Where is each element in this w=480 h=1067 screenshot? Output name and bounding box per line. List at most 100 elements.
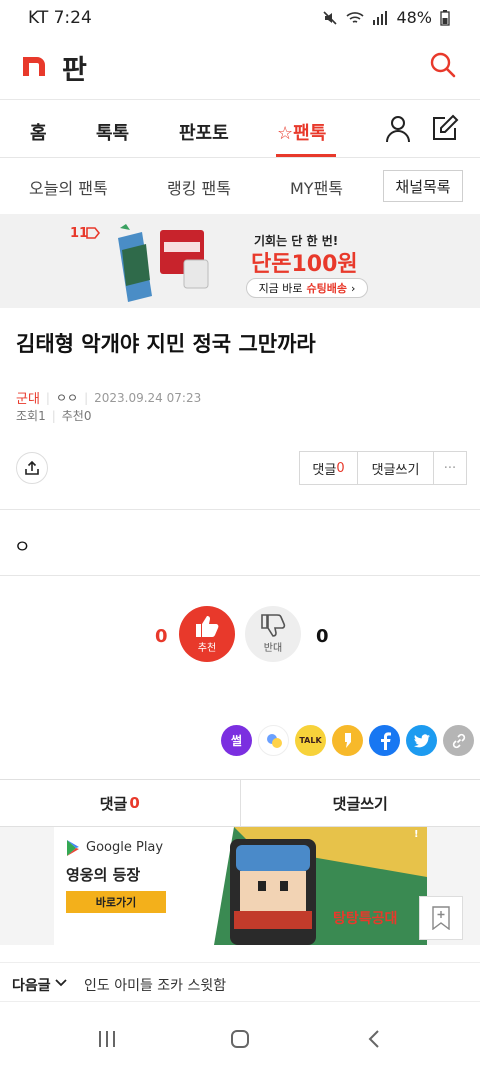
home-icon[interactable]	[230, 1029, 250, 1049]
search-icon[interactable]	[428, 50, 458, 80]
post-author: ㅇㅇ	[55, 391, 79, 405]
bookmark-add-icon	[432, 906, 450, 930]
banner-products-image	[118, 224, 209, 302]
tab-panphoto[interactable]: 판포토	[179, 119, 229, 145]
active-tab-indicator	[276, 154, 336, 157]
comment-label: 댓글	[312, 462, 337, 478]
channel-list-button[interactable]: 채널목록	[383, 170, 463, 202]
more-button[interactable]: ···	[434, 452, 466, 484]
chevron-down-icon	[55, 979, 67, 987]
post-datetime: 2023.09.24 07:23	[94, 390, 202, 405]
meta-divider: |	[84, 390, 89, 405]
link-icon[interactable]	[443, 725, 474, 756]
meta-divider: |	[45, 390, 50, 405]
banner-ad[interactable]: 11 기회는 단 한 번! 단돈100원 지금 바로 슈팅배송 ›	[0, 214, 480, 308]
post-views: 조회1	[16, 409, 46, 423]
thumbs-down-icon	[261, 614, 286, 637]
carrier-time: KT 7:24	[28, 8, 92, 28]
comments-tab-label: 댓글	[99, 794, 128, 813]
chain-link-icon	[452, 733, 465, 748]
kakaostory-glyph-icon	[344, 732, 351, 748]
divider	[0, 575, 480, 576]
next-post-label: 다음글	[12, 978, 51, 994]
twitter-icon[interactable]	[406, 725, 437, 756]
ad-info-badge[interactable]: !	[414, 829, 419, 840]
divider	[0, 509, 480, 510]
social-share-bar: 썰 TALK	[221, 725, 474, 757]
post-action-buttons: 댓글 0 댓글쓰기 ···	[299, 451, 467, 485]
comment-count-button[interactable]: 댓글 0	[300, 452, 358, 484]
post-stats: 조회1 | 추천0	[16, 407, 91, 424]
battery-percent: 48%	[396, 8, 432, 27]
downvote-button[interactable]: 반대	[245, 606, 301, 662]
post-category[interactable]: 군대	[16, 388, 40, 407]
user-icon[interactable]	[385, 115, 411, 143]
subnav-today[interactable]: 오늘의 팬톡	[29, 175, 108, 199]
next-post[interactable]: 다음글 인도 아미들 조카 스윗함	[0, 962, 480, 1002]
write-icon[interactable]	[431, 114, 459, 142]
google-play-icon	[67, 840, 79, 856]
post-title: 김태형 악개야 지민 정국 그만까라	[16, 332, 316, 356]
post-body: ㅇ	[14, 537, 31, 558]
tab-toktok[interactable]: 톡톡	[96, 119, 129, 145]
subnav-my[interactable]: MY팬톡	[290, 175, 343, 199]
wifi-icon	[346, 11, 364, 23]
ad-store: Google Play	[86, 840, 164, 855]
top-nav: 홈 톡톡 판포토 ☆팬톡	[0, 101, 480, 158]
ssul-icon[interactable]: 썰	[221, 725, 252, 756]
banner-big-text: 단돈100원	[251, 252, 358, 277]
status-icons: 48%	[322, 8, 450, 27]
comment-bar: 댓글 0 댓글쓰기	[0, 779, 480, 827]
upvote-button[interactable]: 추천	[179, 606, 235, 662]
kakaotalk-label: TALK	[299, 736, 322, 745]
signal-icon	[373, 10, 388, 25]
comment-count: 0	[336, 460, 345, 476]
ad-cta-button[interactable]: 바로가기	[66, 891, 166, 913]
kakaostory-icon[interactable]	[332, 725, 363, 756]
game-ad[interactable]: Google Play 영웅의 등장 바로가기 탕탕특공대 !	[54, 827, 427, 945]
blob-icon[interactable]	[258, 725, 289, 756]
banner-cta-arrow: ›	[351, 281, 356, 295]
upvote-count: 0	[155, 626, 168, 647]
app-header: 판	[0, 36, 480, 100]
status-bar: KT 7:24 48%	[0, 0, 480, 36]
write-comment-button[interactable]: 댓글쓰기	[358, 452, 434, 484]
kakaotalk-icon[interactable]: TALK	[295, 725, 326, 756]
post-meta: 군대 | ㅇㅇ | 2023.09.24 07:23	[16, 388, 202, 408]
meta-divider: |	[51, 408, 56, 423]
ssul-label: 썰	[230, 734, 243, 748]
tab-home[interactable]: 홈	[30, 119, 47, 145]
downvote-label: 반대	[263, 643, 283, 654]
banner-cta-text: 지금 바로	[258, 282, 303, 295]
ad-game-name: 탕탕특공대	[333, 911, 398, 927]
site-title[interactable]: 판	[62, 48, 87, 87]
subnav-ranking[interactable]: 랭킹 팬톡	[167, 175, 231, 199]
blob-share-icon	[266, 733, 282, 748]
system-nav-bar	[0, 1012, 480, 1067]
facebook-icon[interactable]	[369, 725, 400, 756]
downvote-count: 0	[316, 626, 329, 647]
tab-fantalk[interactable]: ☆팬톡	[277, 119, 326, 145]
comments-tab[interactable]: 댓글 0	[0, 780, 241, 826]
banner-cta[interactable]: 지금 바로 슈팅배송 ›	[246, 278, 368, 298]
nate-logo-icon[interactable]	[22, 54, 46, 76]
facebook-glyph-icon	[380, 731, 391, 750]
back-icon[interactable]	[368, 1030, 380, 1048]
post-recommends: 추천0	[61, 409, 92, 423]
share-icon	[25, 460, 39, 475]
write-comment-tab[interactable]: 댓글쓰기	[241, 780, 480, 826]
twitter-bird-icon	[413, 733, 430, 747]
ad-title: 영웅의 등장	[66, 866, 141, 884]
battery-icon	[440, 9, 450, 26]
recent-apps-icon[interactable]	[97, 1030, 117, 1048]
mute-icon	[323, 10, 338, 25]
banner-cta-brand: 슈팅배송	[306, 282, 348, 295]
vote-section: 0 추천 반대 0	[0, 606, 480, 666]
banner-tag-arrow-icon	[86, 227, 100, 239]
upvote-label: 추천	[197, 643, 217, 654]
next-post-title: 인도 아미들 조카 스윗함	[84, 978, 227, 994]
share-button[interactable]	[16, 452, 48, 484]
thumbs-up-icon	[196, 616, 219, 637]
comments-tab-count: 0	[129, 794, 140, 812]
bookmark-button[interactable]	[419, 896, 463, 940]
